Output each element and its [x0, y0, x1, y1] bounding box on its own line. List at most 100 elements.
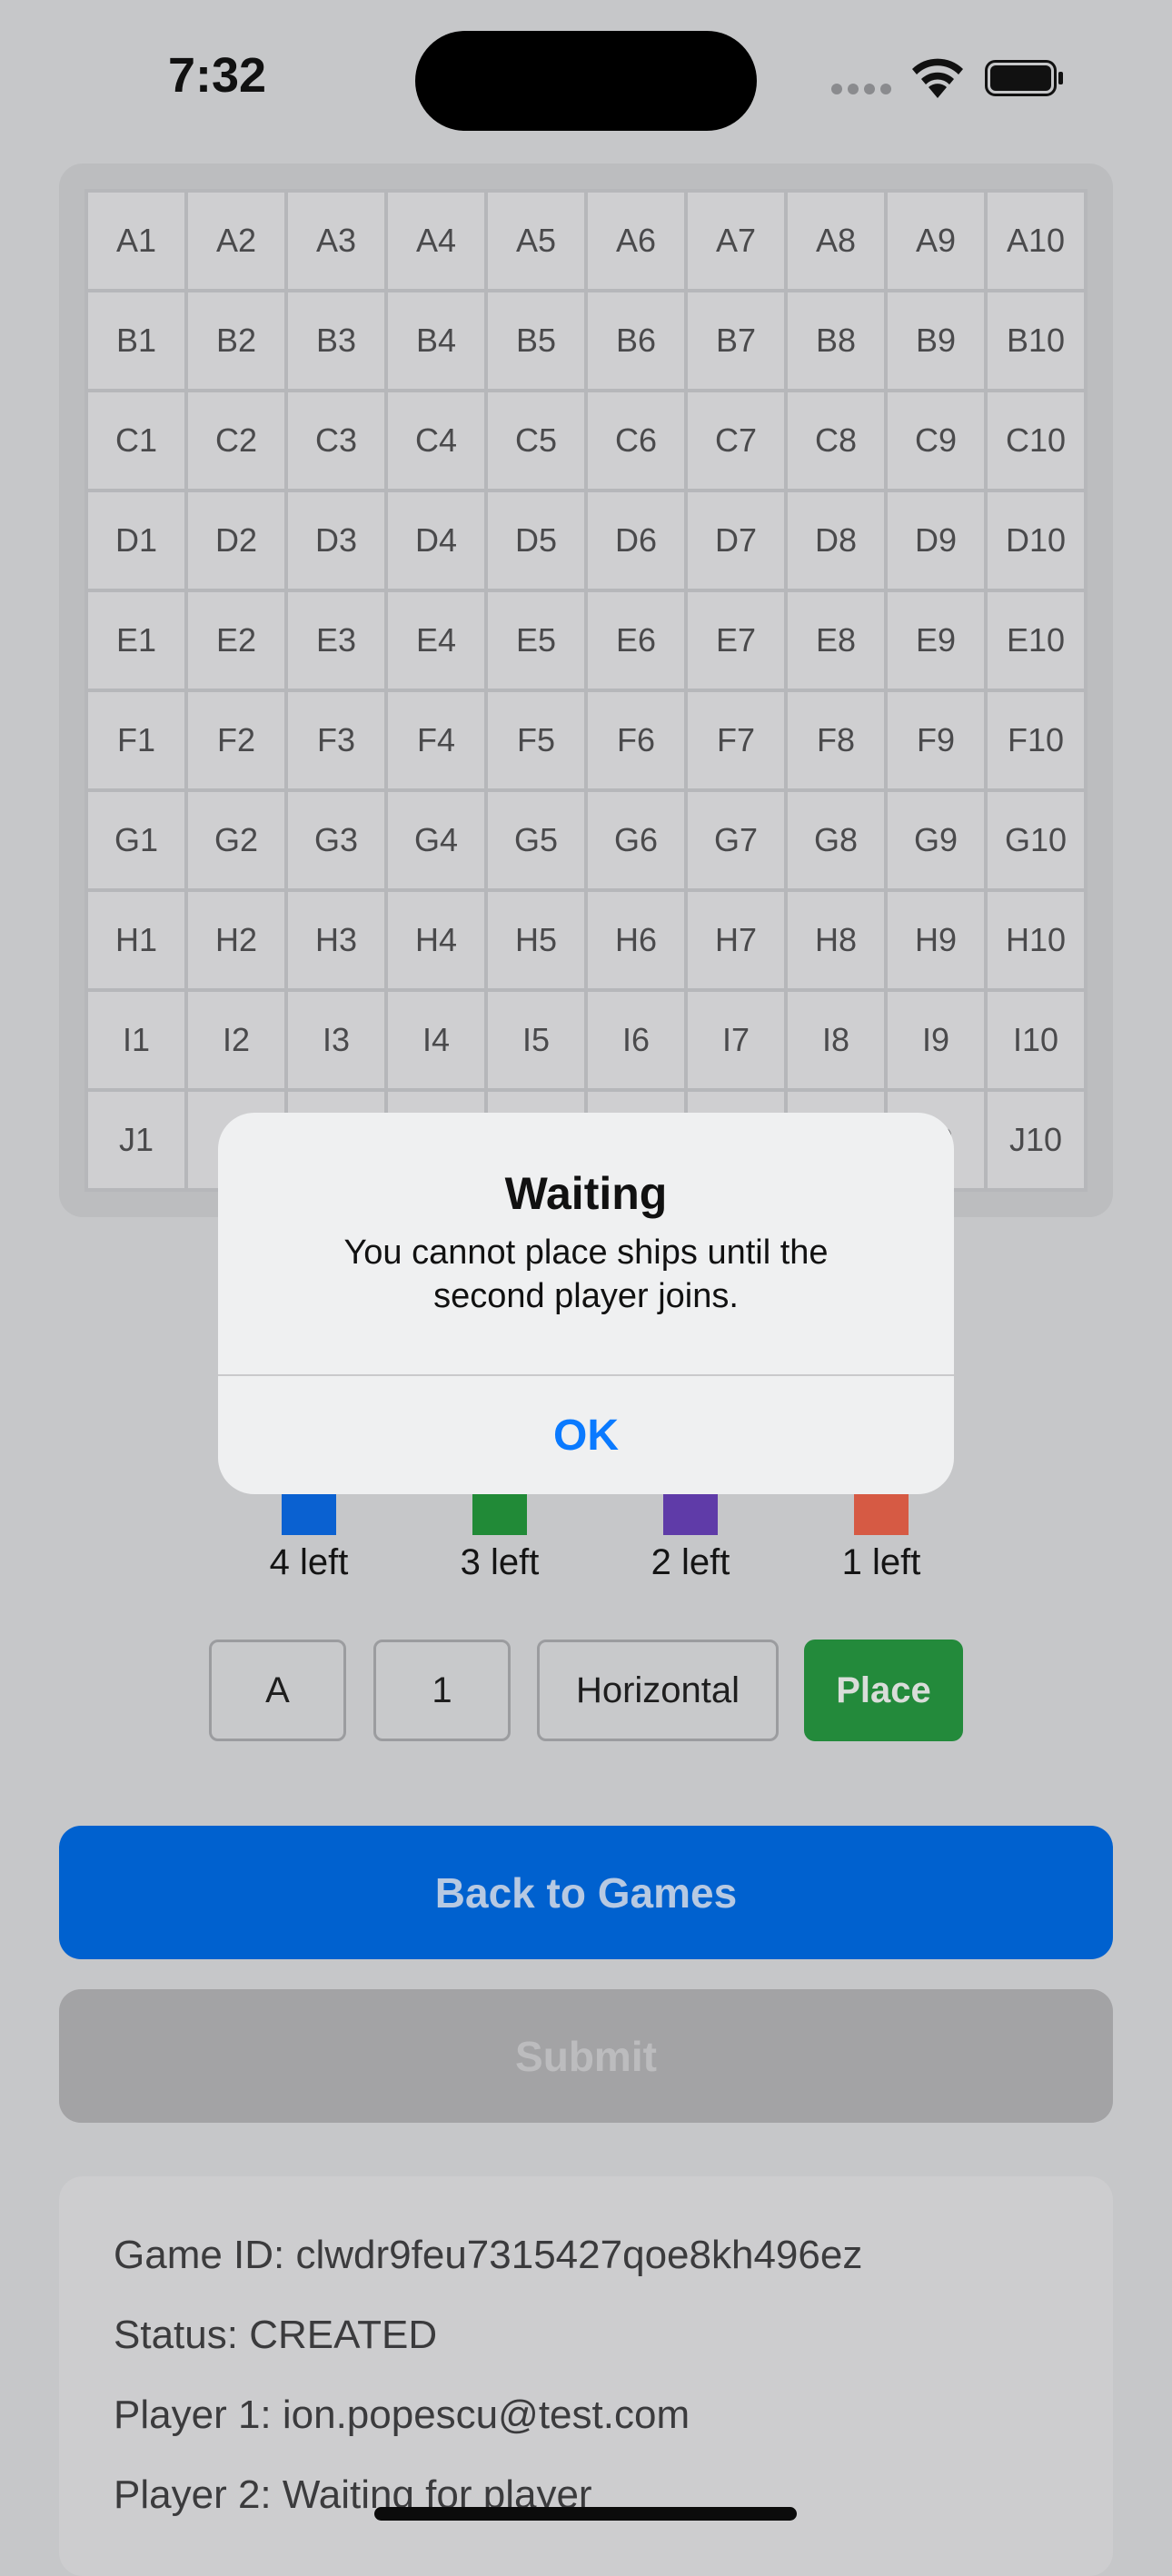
- board-cell[interactable]: B2: [184, 289, 288, 392]
- row-select[interactable]: A: [209, 1640, 346, 1741]
- board-cell[interactable]: D9: [884, 489, 988, 592]
- board-cell[interactable]: D5: [484, 489, 588, 592]
- board-cell[interactable]: D8: [784, 489, 888, 592]
- board-cell[interactable]: D4: [384, 489, 488, 592]
- board-cell[interactable]: B1: [84, 289, 188, 392]
- board-cell[interactable]: H10: [984, 888, 1088, 992]
- board-cell[interactable]: G10: [984, 788, 1088, 892]
- board-cell[interactable]: J10: [984, 1088, 1088, 1192]
- home-indicator[interactable]: [374, 2507, 797, 2521]
- board-cell[interactable]: J1: [84, 1088, 188, 1192]
- board-cell[interactable]: G2: [184, 788, 288, 892]
- board-cell[interactable]: C7: [684, 389, 788, 492]
- board-cell[interactable]: G8: [784, 788, 888, 892]
- board-cell[interactable]: B3: [284, 289, 388, 392]
- board-cell[interactable]: H3: [284, 888, 388, 992]
- board-cell[interactable]: H8: [784, 888, 888, 992]
- board-cell[interactable]: A4: [384, 189, 488, 292]
- board-cell[interactable]: B4: [384, 289, 488, 392]
- orientation-select[interactable]: Horizontal: [537, 1640, 779, 1741]
- board-cell[interactable]: A2: [184, 189, 288, 292]
- board-cell[interactable]: D1: [84, 489, 188, 592]
- board-cell[interactable]: C9: [884, 389, 988, 492]
- board-cell[interactable]: B6: [584, 289, 688, 392]
- board-cell[interactable]: I1: [84, 988, 188, 1092]
- board-cell[interactable]: A10: [984, 189, 1088, 292]
- board-cell[interactable]: H1: [84, 888, 188, 992]
- board-cell[interactable]: C10: [984, 389, 1088, 492]
- board-cell[interactable]: B7: [684, 289, 788, 392]
- board-cell[interactable]: F3: [284, 689, 388, 792]
- submit-button[interactable]: Submit: [59, 1989, 1113, 2123]
- board-cell[interactable]: D3: [284, 489, 388, 592]
- board-cell[interactable]: A1: [84, 189, 188, 292]
- board-cell[interactable]: B8: [784, 289, 888, 392]
- board-cell[interactable]: F4: [384, 689, 488, 792]
- board-cell[interactable]: C8: [784, 389, 888, 492]
- board-cell[interactable]: F2: [184, 689, 288, 792]
- board-cell[interactable]: I5: [484, 988, 588, 1092]
- board-cell[interactable]: E2: [184, 589, 288, 692]
- board-cell[interactable]: D7: [684, 489, 788, 592]
- board-cell[interactable]: I6: [584, 988, 688, 1092]
- board-cell[interactable]: C6: [584, 389, 688, 492]
- board-cell[interactable]: A7: [684, 189, 788, 292]
- board-cell[interactable]: I10: [984, 988, 1088, 1092]
- board-cell[interactable]: H4: [384, 888, 488, 992]
- board-cell[interactable]: C1: [84, 389, 188, 492]
- board-cell[interactable]: C5: [484, 389, 588, 492]
- board-cell[interactable]: D6: [584, 489, 688, 592]
- place-button[interactable]: Place: [804, 1640, 963, 1741]
- board-cell[interactable]: A9: [884, 189, 988, 292]
- board-cell[interactable]: I3: [284, 988, 388, 1092]
- board-cell[interactable]: G6: [584, 788, 688, 892]
- board-cell[interactable]: D2: [184, 489, 288, 592]
- column-select[interactable]: 1: [373, 1640, 511, 1741]
- board-cell[interactable]: G9: [884, 788, 988, 892]
- board-cell[interactable]: F1: [84, 689, 188, 792]
- board-cell[interactable]: D10: [984, 489, 1088, 592]
- board-cell[interactable]: F9: [884, 689, 988, 792]
- board-cell[interactable]: H5: [484, 888, 588, 992]
- board-cell[interactable]: A6: [584, 189, 688, 292]
- board-cell[interactable]: F6: [584, 689, 688, 792]
- board-cell[interactable]: A8: [784, 189, 888, 292]
- board-cell[interactable]: H9: [884, 888, 988, 992]
- board-cell[interactable]: I4: [384, 988, 488, 1092]
- board-cell[interactable]: G4: [384, 788, 488, 892]
- board-cell[interactable]: F10: [984, 689, 1088, 792]
- board-cell[interactable]: I9: [884, 988, 988, 1092]
- board-cell[interactable]: I8: [784, 988, 888, 1092]
- board-cell[interactable]: B9: [884, 289, 988, 392]
- board-cell[interactable]: F7: [684, 689, 788, 792]
- board-cell[interactable]: G5: [484, 788, 588, 892]
- board-cell[interactable]: I7: [684, 988, 788, 1092]
- board-cell[interactable]: H6: [584, 888, 688, 992]
- board-cell[interactable]: F8: [784, 689, 888, 792]
- board-cell[interactable]: H7: [684, 888, 788, 992]
- board-cell[interactable]: B10: [984, 289, 1088, 392]
- board-cell[interactable]: G7: [684, 788, 788, 892]
- board-cell[interactable]: F5: [484, 689, 588, 792]
- board-cell[interactable]: E10: [984, 589, 1088, 692]
- board-cell[interactable]: E9: [884, 589, 988, 692]
- board-cell[interactable]: E4: [384, 589, 488, 692]
- alert-ok-button[interactable]: OK: [218, 1376, 954, 1494]
- board-cell[interactable]: E5: [484, 589, 588, 692]
- board-cell[interactable]: H2: [184, 888, 288, 992]
- board-cell[interactable]: C2: [184, 389, 288, 492]
- board-cell[interactable]: E1: [84, 589, 188, 692]
- board-cell[interactable]: E3: [284, 589, 388, 692]
- board-cell[interactable]: G1: [84, 788, 188, 892]
- board-cell[interactable]: E6: [584, 589, 688, 692]
- back-to-games-button[interactable]: Back to Games: [59, 1826, 1113, 1959]
- board-cell[interactable]: G3: [284, 788, 388, 892]
- board-cell[interactable]: A5: [484, 189, 588, 292]
- board-cell[interactable]: I2: [184, 988, 288, 1092]
- board-cell[interactable]: C3: [284, 389, 388, 492]
- board-cell[interactable]: E7: [684, 589, 788, 692]
- board-cell[interactable]: C4: [384, 389, 488, 492]
- board-cell[interactable]: E8: [784, 589, 888, 692]
- board-cell[interactable]: A3: [284, 189, 388, 292]
- board-cell[interactable]: B5: [484, 289, 588, 392]
